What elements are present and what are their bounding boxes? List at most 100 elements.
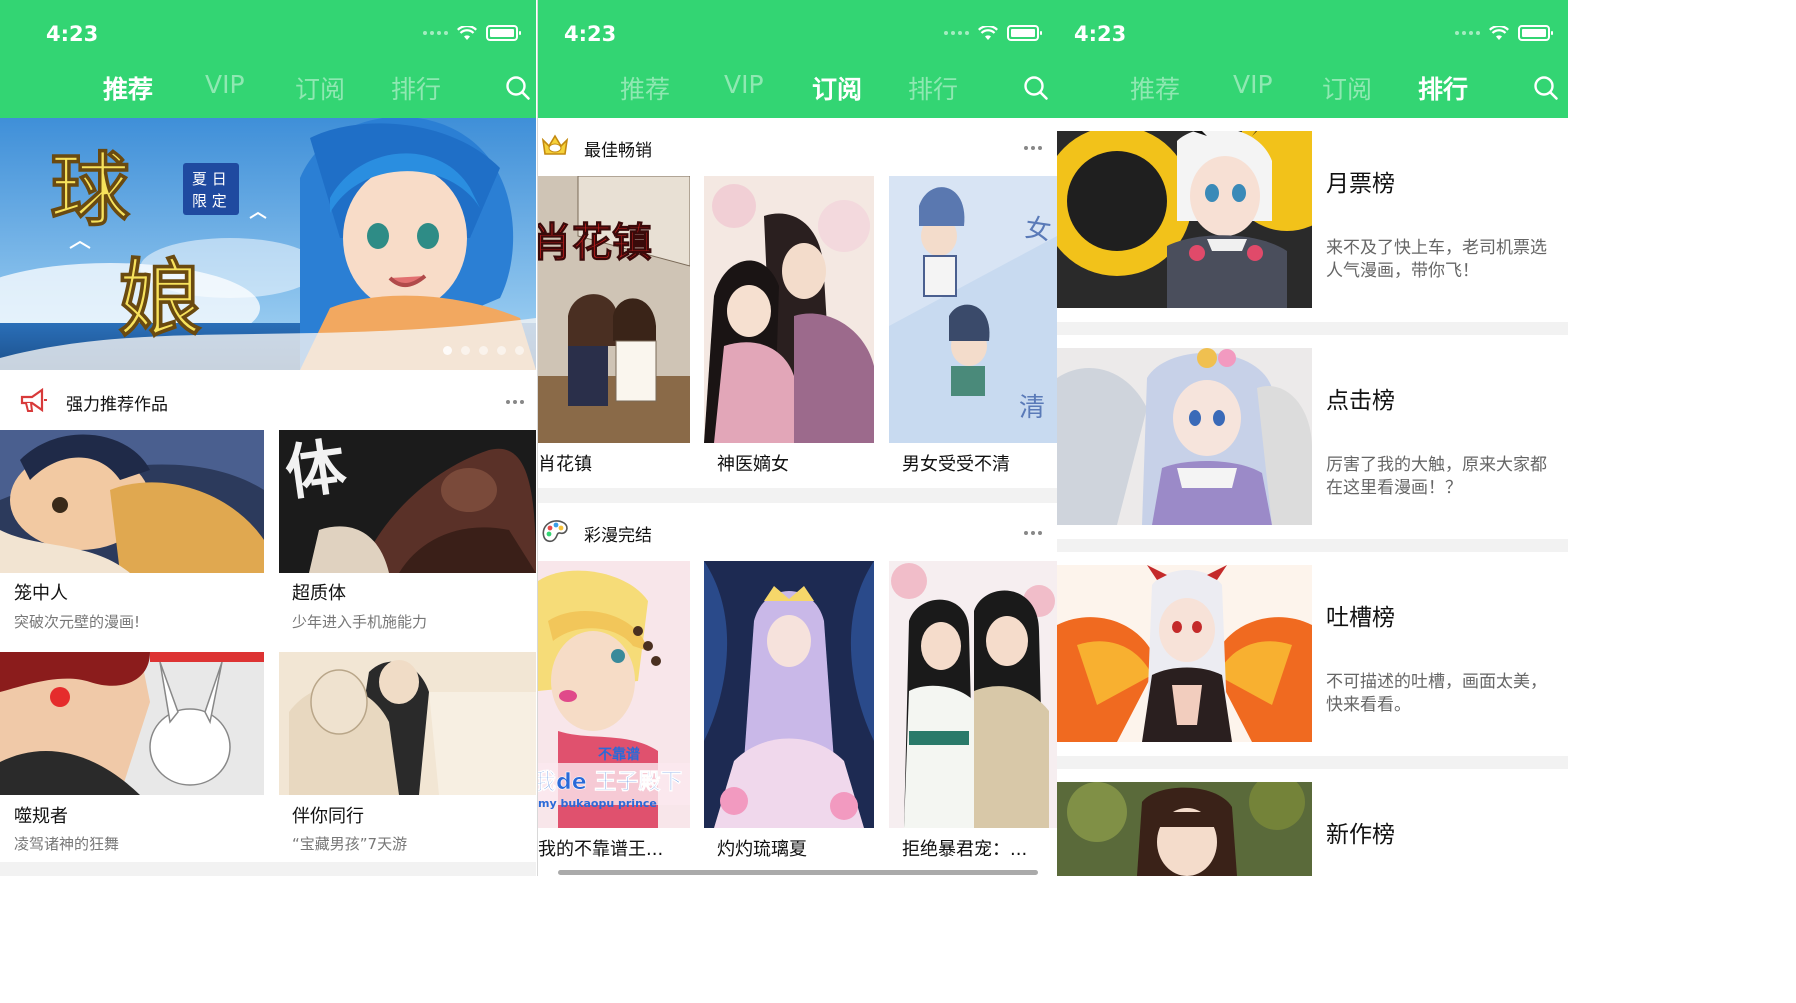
search-icon[interactable]	[505, 75, 531, 101]
comic-cover[interactable]	[279, 652, 536, 795]
comic-cover[interactable]	[704, 561, 874, 828]
divider	[0, 862, 536, 876]
banner-badge-line1: 夏 日	[192, 170, 227, 188]
tab-ranking[interactable]: 排行	[391, 70, 441, 106]
cover-title-art: 肖花镇	[538, 219, 652, 266]
scroll-indicator[interactable]	[558, 870, 1038, 875]
comic-subtitle: 少年进入手机施能力	[292, 613, 428, 631]
tab-vip[interactable]: VIP	[724, 70, 764, 99]
tab-ranking[interactable]: 排行	[908, 70, 958, 106]
carousel-dots[interactable]	[443, 346, 524, 355]
comic-title[interactable]: 我的不靠谱王...	[538, 835, 690, 861]
svg-text:女: 女	[1023, 213, 1053, 246]
comic-title[interactable]: 男女受受不清	[902, 450, 1010, 476]
tab-vip[interactable]: VIP	[205, 70, 245, 99]
rank-desc: 不可描述的吐槽，画面太美，快来看看。	[1326, 672, 1547, 715]
section-title: 彩漫完结	[584, 526, 652, 546]
rank-cover[interactable]	[1057, 131, 1312, 308]
comic-title[interactable]: 肖花镇	[538, 450, 690, 476]
carousel-dot[interactable]	[443, 346, 452, 355]
comic-title[interactable]: 超质体	[292, 579, 346, 605]
comic-cover[interactable]	[0, 430, 264, 573]
search-icon[interactable]	[1533, 75, 1559, 101]
carousel-dot[interactable]	[515, 346, 524, 355]
more-button[interactable]	[506, 399, 528, 405]
palette-icon	[542, 520, 568, 543]
rank-cover[interactable]	[1057, 348, 1312, 525]
comic-cover[interactable]	[0, 652, 264, 795]
svg-text:体: 体	[281, 432, 350, 510]
cover-english-art: my bukaopu prince	[538, 797, 657, 810]
carousel-dot[interactable]	[479, 346, 488, 355]
status-icons	[1455, 25, 1553, 41]
tab-vip[interactable]: VIP	[1233, 70, 1273, 99]
status-time: 4:23	[46, 22, 99, 46]
tab-recommend[interactable]: 推荐	[1130, 70, 1180, 106]
tab-subscribe[interactable]: 订阅	[295, 70, 345, 106]
comic-subtitle: “宝藏男孩”7天游	[292, 835, 408, 853]
svg-text:清: 清	[1019, 393, 1045, 423]
nav-bar: 4:23 推荐 VIP 订阅 排行	[538, 0, 1057, 118]
signal-icon	[1455, 31, 1480, 35]
comic-cover[interactable]: 肖花镇	[538, 176, 690, 443]
status-icons	[944, 25, 1042, 41]
status-time: 4:23	[564, 22, 617, 46]
banner-carousel[interactable]: 球 娘 夏 日 限 定	[0, 118, 536, 370]
tab-ranking[interactable]: 排行	[1418, 70, 1468, 106]
carousel-dot[interactable]	[461, 346, 470, 355]
more-button[interactable]	[1024, 530, 1046, 536]
rank-desc: 来不及了快上车，老司机票选人气漫画，带你飞！	[1326, 238, 1547, 281]
comic-cover[interactable]: 女 清	[889, 176, 1057, 443]
status-time: 4:23	[1074, 22, 1127, 46]
crown-icon	[541, 134, 569, 155]
tab-recommend[interactable]: 推荐	[620, 70, 670, 106]
screen-recommend: 4:23 推荐 VIP 订阅 排行 球 娘 夏 日 限 定 强力推荐作品 笼中人…	[0, 0, 536, 876]
comic-title[interactable]: 灼灼琉璃夏	[717, 835, 807, 861]
comic-title[interactable]: 笼中人	[14, 579, 68, 605]
comic-subtitle: 凌驾诸神的狂舞	[14, 835, 120, 853]
status-icons	[423, 25, 521, 41]
more-button[interactable]	[1024, 145, 1046, 151]
rank-cover[interactable]	[1057, 782, 1312, 876]
megaphone-icon	[20, 387, 47, 413]
battery-icon	[486, 25, 521, 41]
rank-title[interactable]: 新作榜	[1326, 815, 1395, 849]
rank-title[interactable]: 点击榜	[1326, 381, 1395, 415]
comic-cover[interactable]: 不靠谱 我de 王子殿下 my bukaopu prince	[538, 561, 690, 828]
battery-icon	[1007, 25, 1042, 41]
signal-icon	[423, 31, 448, 35]
banner-badge-line2: 限 定	[192, 192, 227, 210]
tab-subscribe[interactable]: 订阅	[812, 70, 862, 106]
nav-bar: 4:23 推荐 VIP 订阅 排行	[0, 0, 536, 118]
carousel-dot[interactable]	[497, 346, 506, 355]
cover-subtitle-art: 不靠谱	[598, 746, 640, 763]
cover-title-art: 我de 王子殿下	[538, 770, 682, 795]
comic-cover[interactable]	[704, 176, 874, 443]
wifi-icon	[457, 25, 477, 40]
tab-bar: 推荐 VIP 订阅 排行	[0, 70, 536, 106]
tab-recommend[interactable]: 推荐	[103, 70, 153, 106]
wifi-icon	[1489, 25, 1509, 40]
rank-cover[interactable]	[1057, 565, 1312, 742]
section-title: 最佳畅销	[584, 141, 652, 161]
comic-title[interactable]: 拒绝暴君宠：...	[902, 835, 1027, 861]
wifi-icon	[978, 25, 998, 40]
banner-title-char-2: 娘	[118, 249, 202, 348]
search-icon[interactable]	[1023, 75, 1049, 101]
rank-title[interactable]: 月票榜	[1326, 164, 1395, 198]
screen-ranking: 4:23 推荐 VIP 订阅 排行 月票榜 来不及了快上车，老司机票选人气漫画，…	[1057, 0, 1568, 876]
tab-subscribe[interactable]: 订阅	[1322, 70, 1372, 106]
comic-cover[interactable]: 体	[279, 430, 536, 573]
signal-icon	[944, 31, 969, 35]
screen-subscribe: 4:23 推荐 VIP 订阅 排行 最佳畅销 肖花镇 肖花镇 神医嫡女 女 清 …	[537, 0, 1058, 876]
nav-bar: 4:23 推荐 VIP 订阅 排行	[1057, 0, 1568, 118]
comic-title[interactable]: 噬规者	[14, 802, 68, 828]
banner-title-char-1: 球	[50, 143, 131, 237]
comic-title[interactable]: 神医嫡女	[717, 450, 789, 476]
comic-cover[interactable]	[889, 561, 1057, 828]
comic-title[interactable]: 伴你同行	[292, 802, 364, 828]
tab-bar: 推荐 VIP 订阅 排行	[538, 70, 1057, 106]
banner-image: 球 娘 夏 日 限 定	[0, 118, 536, 370]
rank-title[interactable]: 吐槽榜	[1326, 598, 1395, 632]
comic-subtitle: 突破次元壁的漫画!	[14, 613, 141, 631]
